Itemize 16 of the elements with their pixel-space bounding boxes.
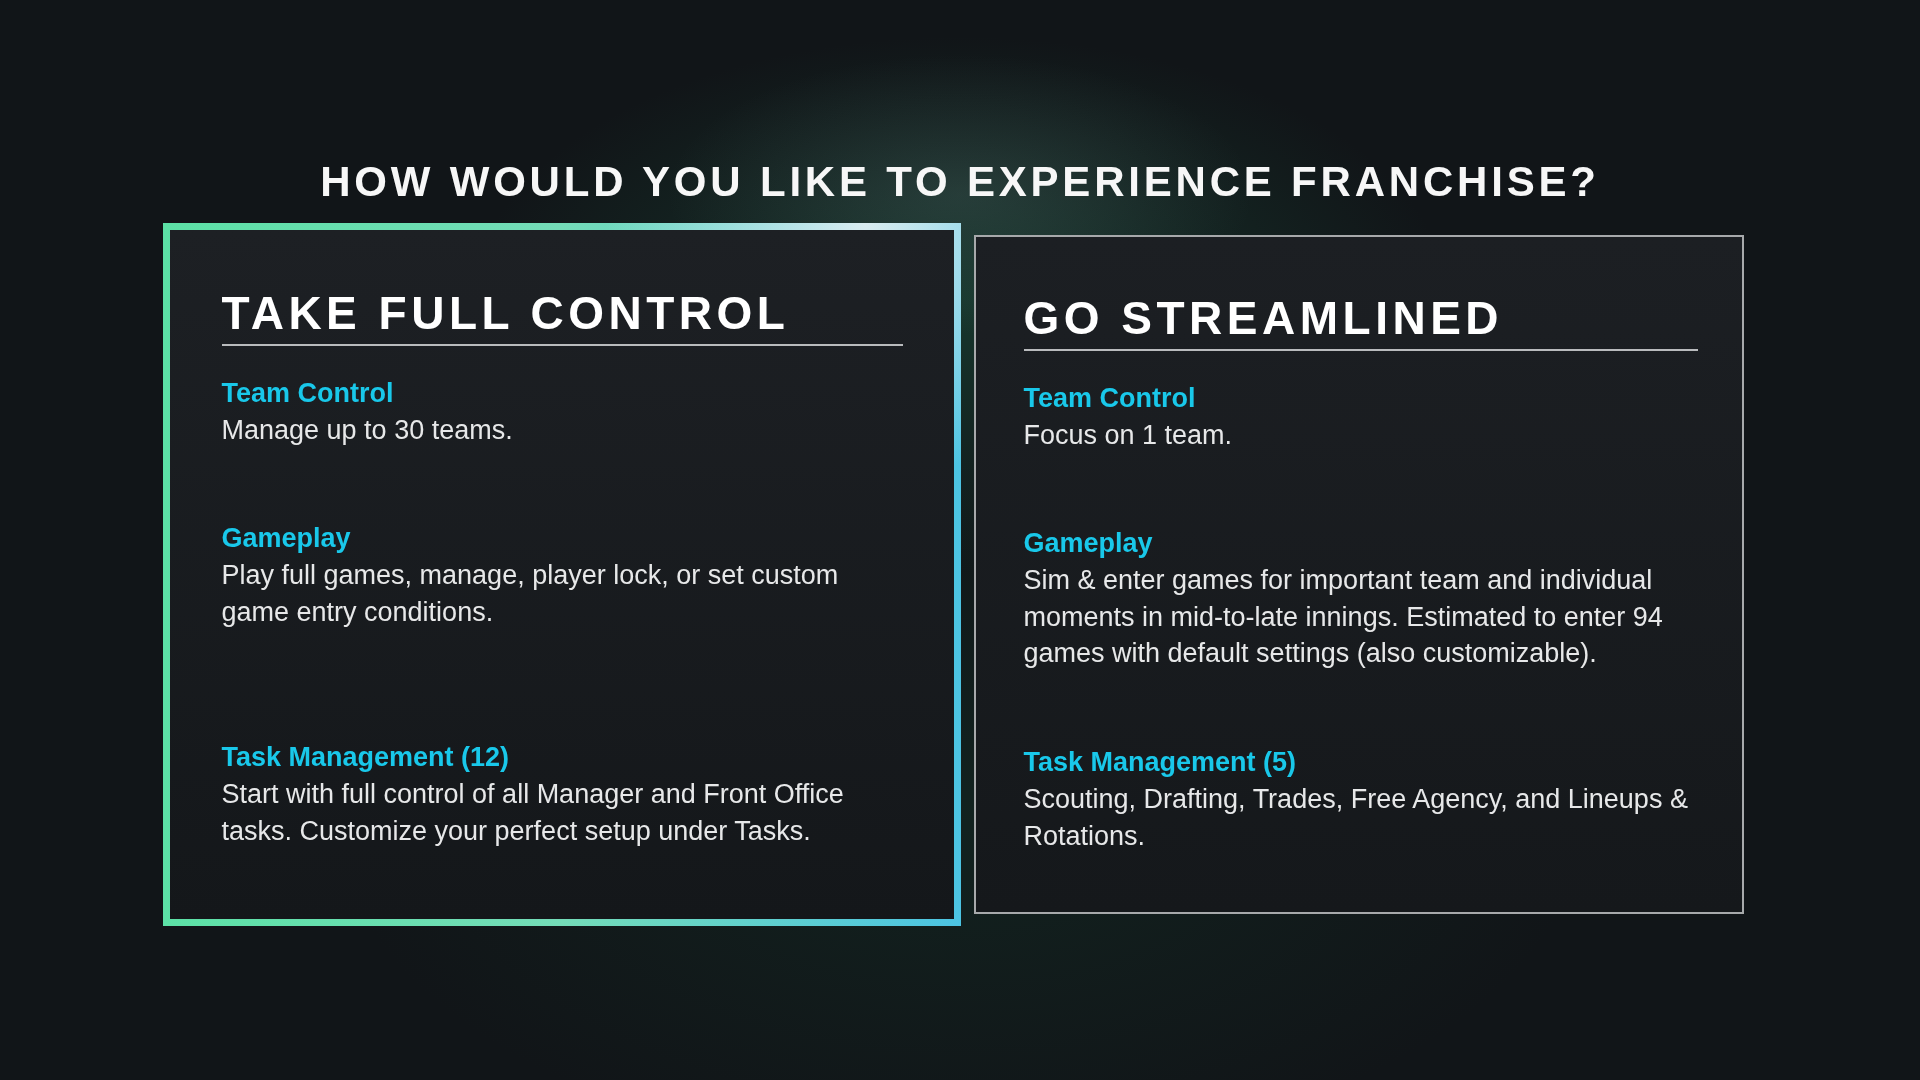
section-label: Gameplay xyxy=(221,522,352,555)
section-description: Scouting, Drafting, Trades, Free Agency, and Lineups & Rotations. xyxy=(1023,783,1689,853)
section-label: Task Management (12) xyxy=(221,741,511,774)
section-description: Play full games, manage, player lock, or set custom game entry conditions. xyxy=(221,559,840,629)
section-description: Focus on 1 team. xyxy=(1023,419,1234,452)
section-description: Sim & enter games for important team and individual moments in mid-to-late innings. Estimated to enter 94 games with default settings (also customizable). xyxy=(1023,564,1664,670)
page-title: HOW WOULD YOU LIKE TO EXPERIENCE FRANCHISE? xyxy=(320,161,1600,203)
section-label: Task Management (5) xyxy=(1023,746,1298,779)
section-label: Team Control xyxy=(221,377,395,410)
section-description: Manage up to 30 teams. xyxy=(221,414,514,447)
section-label: Team Control xyxy=(1023,382,1197,415)
option-card[interactable] xyxy=(973,235,1744,914)
section-label: Gameplay xyxy=(1023,527,1154,560)
option-title: TAKE FULL CONTROL xyxy=(221,290,791,336)
option-title: GO STREAMLINED xyxy=(1023,295,1505,341)
section-description: Start with full control of all Manager and Front Office tasks. Customize your perfect setup under Tasks. xyxy=(221,778,845,848)
